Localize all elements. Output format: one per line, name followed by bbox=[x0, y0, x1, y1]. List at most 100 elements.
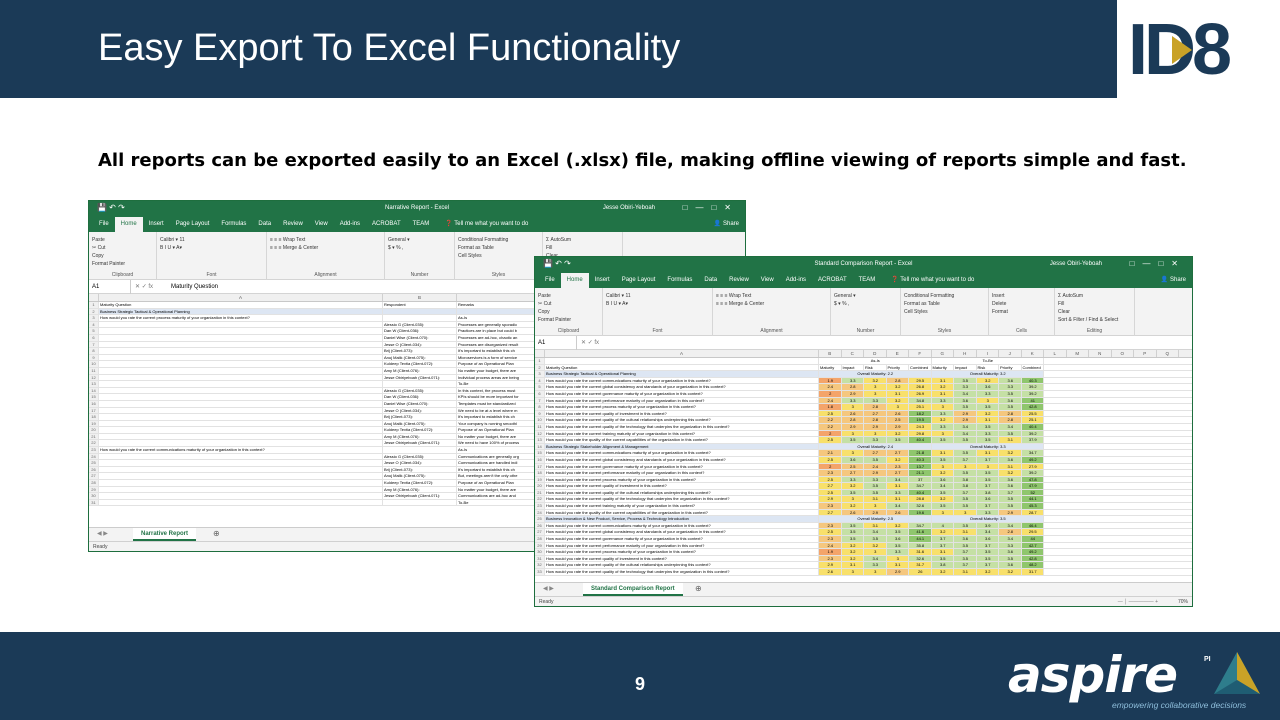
row-number[interactable]: 1 bbox=[89, 302, 99, 308]
name-box[interactable]: A1 bbox=[535, 335, 577, 350]
cell-value[interactable]: 2.9 bbox=[819, 562, 842, 568]
cell-value[interactable]: 3.5 bbox=[864, 489, 887, 496]
cell-value[interactable]: 2.1 bbox=[819, 450, 842, 456]
cell-value[interactable]: 26.8 bbox=[909, 384, 932, 390]
cell-value[interactable]: 3.6 bbox=[999, 397, 1022, 404]
cell-value[interactable]: 2.7 bbox=[819, 509, 842, 516]
cell-value[interactable]: 37.9 bbox=[1021, 437, 1044, 443]
cell-value[interactable]: 3.8 bbox=[976, 489, 999, 496]
overall-maturity-tobe[interactable]: Overall Maturity: 3.2 bbox=[931, 371, 1044, 377]
cell-value[interactable]: 3 bbox=[864, 384, 887, 390]
cell-question[interactable]: How would you rate the current governanc… bbox=[545, 536, 819, 542]
tab-pagelayout[interactable]: Page Layout bbox=[616, 273, 662, 288]
cell-value[interactable]: 3.1 bbox=[931, 390, 954, 397]
cell-value[interactable]: 3.2 bbox=[931, 496, 954, 503]
ribbon-button-cells-0[interactable]: Insert bbox=[992, 292, 1051, 300]
cell[interactable] bbox=[383, 499, 457, 506]
cell[interactable]: Alessio G (Client-035): bbox=[383, 453, 457, 460]
cell-value[interactable]: 3.6 bbox=[976, 496, 999, 503]
cell[interactable]: No matter your budget, there are bbox=[457, 486, 535, 493]
cell[interactable]: Templates must be standardized bbox=[457, 400, 535, 407]
ribbon-button-number-1[interactable]: $ ▾ % , bbox=[388, 244, 451, 252]
cell-question[interactable]: Business Strategic Tactical & Operationa… bbox=[545, 371, 819, 377]
cell[interactable]: Jesse Obiriyeboah (Client-071): bbox=[383, 440, 457, 447]
zoom-slider[interactable]: — │ ————— + bbox=[1118, 597, 1158, 606]
cell-value[interactable]: 24.3 bbox=[909, 423, 932, 430]
cell-value[interactable]: 3.5 bbox=[976, 549, 999, 555]
cell-value[interactable]: 3.2 bbox=[931, 529, 954, 536]
cell-value[interactable]: 39.2 bbox=[1021, 390, 1044, 397]
cell-value[interactable]: 3.1 bbox=[864, 496, 887, 503]
cell-value[interactable]: 3.7 bbox=[976, 542, 999, 549]
cell-value[interactable]: 3.2 bbox=[841, 542, 864, 549]
column-header[interactable]: A bbox=[99, 294, 383, 301]
column-header[interactable]: M bbox=[1067, 350, 1089, 357]
cell-value[interactable]: 29.5 bbox=[909, 377, 932, 384]
ribbon-button-styles-1[interactable]: Format as Table bbox=[904, 300, 985, 308]
cell[interactable]: Amy M (Client-076): bbox=[383, 433, 457, 440]
cell-value[interactable]: 31.7 bbox=[909, 562, 932, 568]
ribbon-button-number-1[interactable]: $ ▾ % , bbox=[834, 300, 897, 308]
cell-value[interactable]: 3.4 bbox=[999, 522, 1022, 529]
cell-value[interactable]: 3.3 bbox=[864, 476, 887, 483]
cell-value[interactable]: 3 bbox=[864, 430, 887, 437]
cell-value[interactable]: 3.6 bbox=[999, 476, 1022, 483]
cell-value[interactable]: 3.5 bbox=[999, 503, 1022, 509]
cell-value[interactable]: 21.1 bbox=[909, 470, 932, 476]
row-number[interactable]: 18 bbox=[89, 414, 99, 420]
cell-value[interactable]: 2.9 bbox=[886, 423, 909, 430]
cell[interactable] bbox=[99, 460, 383, 466]
cell-value[interactable]: 3.4 bbox=[954, 430, 977, 437]
cell-value[interactable]: 18.2 bbox=[909, 410, 932, 417]
cell-value[interactable]: 2 bbox=[819, 430, 842, 437]
cell-value[interactable]: 1.9 bbox=[819, 377, 842, 384]
cell-value[interactable]: 3.5 bbox=[999, 390, 1022, 397]
cell-value[interactable]: 3 bbox=[931, 463, 954, 470]
cell-value[interactable]: 26 bbox=[909, 569, 932, 575]
cell-value[interactable]: 3.5 bbox=[976, 404, 999, 410]
cell[interactable]: Amy M (Client-076): bbox=[383, 486, 457, 493]
tab-addins[interactable]: Add-ins bbox=[334, 217, 366, 232]
cell[interactable]: Communications are generally org bbox=[457, 453, 535, 460]
cell-value[interactable]: 3.2 bbox=[999, 450, 1022, 456]
cell-value[interactable]: 2.8 bbox=[999, 410, 1022, 417]
cell-value[interactable]: 47.8 bbox=[1021, 476, 1044, 483]
cell-question[interactable]: How would you rate the quality of the cu… bbox=[545, 437, 819, 443]
ribbon-button-styles-2[interactable]: Cell Styles bbox=[458, 252, 539, 260]
cell-question[interactable]: How would you rate the current governanc… bbox=[545, 390, 819, 397]
column-header[interactable] bbox=[457, 294, 535, 301]
tab-data[interactable]: Data bbox=[698, 273, 723, 288]
cell-value[interactable]: 3.1 bbox=[886, 562, 909, 568]
cell[interactable] bbox=[383, 381, 457, 387]
cell-value[interactable]: 2.8 bbox=[841, 417, 864, 423]
cell-value[interactable]: 3.5 bbox=[954, 450, 977, 456]
cell[interactable]: Kuldeep Tevtia (Client-072): bbox=[383, 361, 457, 367]
ribbon-button-clipboard-3[interactable]: Format Painter bbox=[92, 260, 153, 268]
cell-value[interactable]: 3.3 bbox=[864, 437, 887, 443]
row-number[interactable]: 7 bbox=[89, 341, 99, 348]
cell[interactable]: It's important to establish this ch bbox=[457, 348, 535, 354]
cell[interactable]: Daniel Wise (Client-070): bbox=[383, 400, 457, 407]
cell-value[interactable]: 39.2 bbox=[1021, 384, 1044, 390]
cell-value[interactable]: 3.1 bbox=[931, 450, 954, 456]
cell-value[interactable]: 3 bbox=[864, 549, 887, 555]
column-header[interactable]: J bbox=[999, 350, 1022, 357]
cell-value[interactable]: 2.8 bbox=[864, 417, 887, 423]
cell[interactable]: Communications are handled indi bbox=[457, 460, 535, 466]
row-number[interactable]: 22 bbox=[89, 440, 99, 447]
cell-value[interactable]: 3 bbox=[841, 450, 864, 456]
cell-value[interactable]: 3.5 bbox=[976, 555, 999, 562]
cell-value[interactable]: 28.8 bbox=[909, 496, 932, 503]
row-number[interactable]: 9 bbox=[89, 354, 99, 361]
row-number[interactable]: 13 bbox=[89, 381, 99, 387]
tab-home[interactable]: Home bbox=[114, 217, 143, 232]
column-header[interactable]: A bbox=[545, 350, 819, 357]
cell-value[interactable]: 3.8 bbox=[954, 483, 977, 489]
cell-value[interactable]: 26.9 bbox=[909, 390, 932, 397]
window-controls[interactable]: □—□✕ bbox=[1130, 259, 1186, 268]
ribbon-button-clipboard-0[interactable]: Paste bbox=[538, 292, 599, 300]
cell[interactable]: As-Is bbox=[457, 315, 535, 321]
row-number[interactable]: 20 bbox=[89, 427, 99, 433]
cell-value[interactable]: 3.3 bbox=[886, 489, 909, 496]
cell-value[interactable]: 3.9 bbox=[976, 522, 999, 529]
